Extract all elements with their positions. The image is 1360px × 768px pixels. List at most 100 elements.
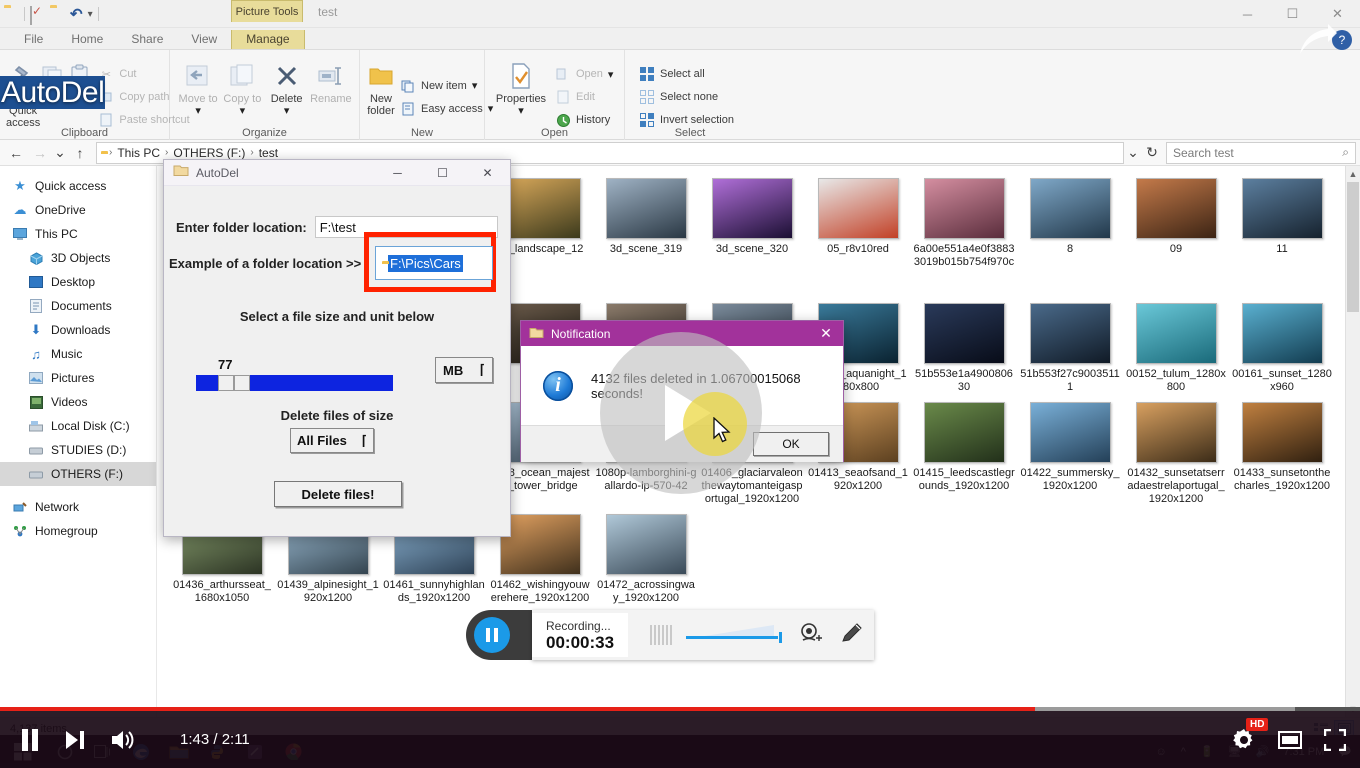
file-pane-scrollbar[interactable]: ▲ ▼ — [1345, 166, 1360, 717]
file-tile[interactable]: 01472_acrossingway_1920x1200 — [593, 514, 699, 605]
recorder-elapsed-time: 00:00:33 — [546, 633, 615, 652]
file-tile[interactable]: 01432_sunsetatserradaestrelaportugal_192… — [1123, 402, 1229, 506]
autodel-close-button[interactable]: ✕ — [465, 160, 510, 186]
edit-button[interactable]: Edit — [555, 87, 613, 107]
qat-dropdown-icon[interactable]: ▾ — [88, 9, 93, 20]
file-tile[interactable]: 51b553e1a490080630 — [911, 303, 1017, 394]
up-button[interactable]: ↑ — [68, 142, 92, 164]
delete-files-button[interactable]: Delete files! — [274, 481, 402, 507]
notification-ok-button[interactable]: OK — [753, 432, 829, 456]
breadcrumb-item-others[interactable]: OTHERS (F:) — [173, 146, 245, 160]
file-tile[interactable]: 00161_sunset_1280x960 — [1229, 303, 1335, 394]
sidebar-item-studies-d[interactable]: STUDIES (D:) — [0, 438, 156, 462]
open-button[interactable]: Open ▾ — [555, 64, 613, 84]
recent-locations-button[interactable]: ⌄ — [52, 142, 68, 164]
size-slider-handle-right[interactable] — [234, 375, 250, 391]
file-tile[interactable]: 00152_tulum_1280x800 — [1123, 303, 1229, 394]
player-settings-button[interactable]: HD — [1232, 717, 1269, 752]
select-all-button[interactable]: Select all — [639, 64, 734, 84]
sidebar-item-3d-objects[interactable]: 3D Objects — [0, 246, 156, 270]
ribbon-tab-home[interactable]: Home — [57, 30, 117, 49]
new-item-button[interactable]: New item ▾ — [400, 76, 493, 96]
notification-close-button[interactable]: ✕ — [809, 325, 843, 342]
search-input[interactable]: Search test ⌕ — [1166, 141, 1356, 164]
ribbon-tab-manage[interactable]: Manage — [231, 30, 305, 49]
sidebar-item-music[interactable]: ♫ Music — [0, 342, 156, 366]
pencil-icon[interactable] — [840, 621, 864, 650]
breadcrumb-item-this-pc[interactable]: This PC — [117, 146, 160, 160]
scrollbar-thumb[interactable] — [1347, 182, 1359, 312]
sidebar-item-quick-access[interactable]: ★ Quick access — [0, 174, 156, 198]
sidebar-item-network[interactable]: Network — [0, 495, 156, 519]
qat-new-folder-icon[interactable] — [50, 7, 65, 22]
ribbon-tab-file[interactable]: File — [10, 30, 57, 49]
sidebar-item-homegroup[interactable]: Homegroup — [0, 519, 156, 543]
player-volume-button[interactable] — [110, 729, 136, 751]
file-tile[interactable]: 09 — [1123, 178, 1229, 295]
sidebar-item-this-pc[interactable]: This PC — [0, 222, 156, 246]
size-slider[interactable] — [196, 375, 393, 391]
sidebar-item-others-f[interactable]: OTHERS (F:) — [0, 462, 156, 486]
breadcrumb-item-test[interactable]: test — [259, 146, 278, 160]
file-tile[interactable]: 6a00e551a4e0f38833019b015b754f970c — [911, 178, 1017, 295]
autodel-maximize-button[interactable]: ☐ — [420, 160, 465, 186]
file-tile[interactable]: 51b553f27c90035111 — [1017, 303, 1123, 394]
file-tile[interactable]: 8 — [1017, 178, 1123, 295]
player-right-controls: HD — [1232, 717, 1346, 752]
file-tile[interactable]: 01422_summersky_1920x1200 — [1017, 402, 1123, 506]
file-tile[interactable]: 3d_scene_319 — [593, 178, 699, 295]
player-pause-button[interactable] — [20, 728, 40, 752]
file-thumbnail — [923, 303, 1005, 364]
sidebar-item-local-disk-c[interactable]: Local Disk (C:) — [0, 414, 156, 438]
qat-properties-icon[interactable] — [30, 5, 45, 25]
back-button[interactable]: ← — [4, 142, 28, 164]
properties-caret-icon[interactable]: ▾ — [518, 105, 524, 117]
open-caret-icon[interactable]: ▾ — [608, 68, 614, 81]
file-tile[interactable]: 01415_leedscastlegrounds_1920x1200 — [911, 402, 1017, 506]
file-tile[interactable]: 05_r8v10red — [805, 178, 911, 295]
unit-dropdown[interactable]: MB ⌈ — [435, 357, 493, 383]
webcam-add-icon[interactable] — [798, 622, 824, 649]
ribbon-tab-share[interactable]: Share — [117, 30, 177, 49]
file-tile[interactable]: 3d_scene_320 — [699, 178, 805, 295]
forward-button[interactable]: → — [28, 142, 52, 164]
easy-access-button[interactable]: Easy access ▾ — [400, 99, 493, 119]
invert-selection-label: Invert selection — [660, 114, 734, 126]
search-icon[interactable]: ⌕ — [1342, 145, 1349, 160]
search-placeholder: Search test — [1173, 145, 1234, 160]
move-to-caret-icon[interactable]: ▾ — [195, 105, 201, 117]
player-next-button[interactable] — [64, 729, 86, 751]
refresh-button[interactable]: ↻ — [1142, 142, 1162, 164]
sidebar-item-downloads[interactable]: ⬇ Downloads — [0, 318, 156, 342]
select-none-button[interactable]: Select none — [639, 87, 734, 107]
sidebar-item-desktop[interactable]: Desktop — [0, 270, 156, 294]
new-item-caret-icon[interactable]: ▾ — [472, 79, 478, 92]
share-arrow-icon[interactable] — [1298, 24, 1338, 63]
ribbon-tab-view[interactable]: View — [177, 30, 231, 49]
copy-to-caret-icon[interactable]: ▾ — [240, 105, 246, 117]
scroll-up-arrow[interactable]: ▲ — [1346, 166, 1360, 182]
sidebar-item-documents[interactable]: Documents — [0, 294, 156, 318]
sidebar-item-onedrive[interactable]: ☁ OneDrive — [0, 198, 156, 222]
qat-undo-icon[interactable]: ↶ — [70, 7, 83, 22]
autodel-dialog[interactable]: AutoDel ─ ☐ ✕ Enter folder location: F:\… — [163, 159, 511, 537]
size-slider-handle-left[interactable] — [218, 375, 234, 391]
qat-folder-icon[interactable] — [4, 7, 19, 22]
filetype-dropdown[interactable]: All Files ⌈ — [290, 428, 374, 453]
player-fullscreen-button[interactable] — [1324, 728, 1346, 751]
sidebar-item-videos[interactable]: Videos — [0, 390, 156, 414]
autodel-minimize-button[interactable]: ─ — [375, 160, 420, 186]
screen-recorder-widget[interactable]: Recording... 00:00:33 — [466, 610, 875, 660]
recorder-pause-button[interactable] — [474, 617, 510, 653]
delete-caret-icon[interactable]: ▾ — [284, 105, 290, 117]
address-history-caret-icon[interactable]: ⌄ — [1124, 142, 1142, 164]
volume-slider[interactable] — [686, 625, 783, 644]
example-path-field[interactable]: F:\Pics\Cars — [375, 246, 493, 280]
sidebar-item-pictures[interactable]: Pictures — [0, 366, 156, 390]
minimize-button[interactable]: ─ — [1225, 0, 1270, 28]
file-tile[interactable]: 11 — [1229, 178, 1335, 295]
volume-handle[interactable] — [779, 632, 783, 643]
sidebar-label-this-pc: This PC — [35, 227, 78, 241]
player-theater-button[interactable] — [1278, 730, 1302, 750]
file-tile[interactable]: 01433_sunsetonthecharles_1920x1200 — [1229, 402, 1335, 506]
